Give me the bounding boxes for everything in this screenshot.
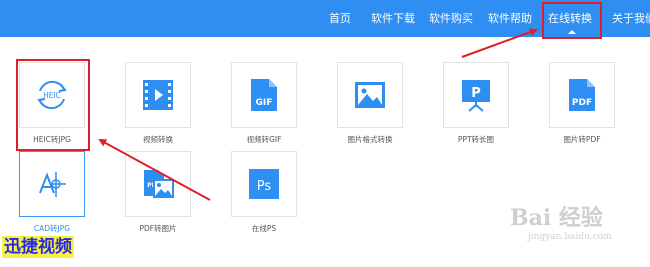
arrow-to-online-convert bbox=[461, 28, 538, 58]
arrow-to-heic bbox=[98, 139, 211, 201]
brand-badge: 迅捷视频 bbox=[2, 236, 74, 258]
baidu-jingyan-watermark-url: jingyan.baidu.com bbox=[528, 232, 612, 242]
baidu-jingyan-watermark-logo: Bai 经验 bbox=[510, 205, 603, 231]
